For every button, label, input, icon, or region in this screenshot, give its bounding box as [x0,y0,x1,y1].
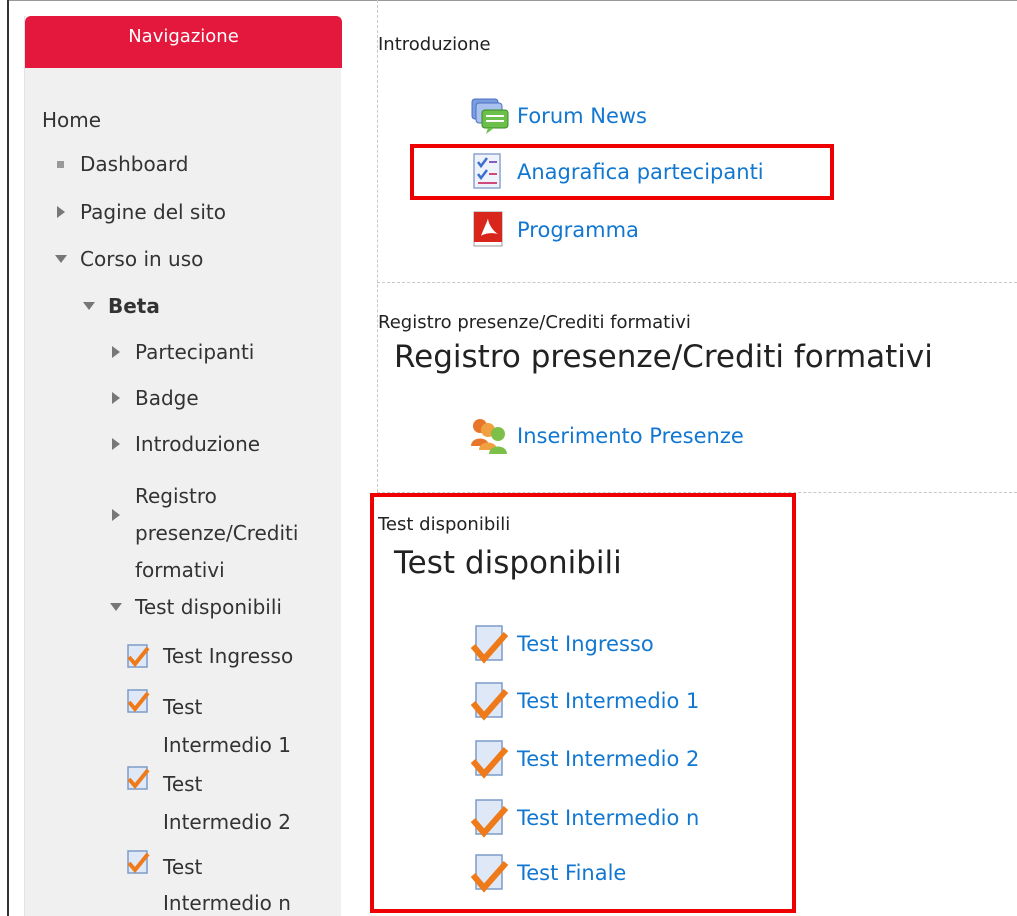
nav-badge-label: Badge [135,386,199,410]
activity-programma-link[interactable]: Programma [517,218,639,242]
nav-introduction-label: Introduzione [135,432,261,456]
nav-course-beta-label: Beta [108,294,160,318]
collapse-arrow-icon [54,246,70,272]
section-registro-title: Registro presenze/Crediti formativi [394,339,933,375]
nav-test-intermedio-2[interactable]: Test Intermedio 2 [127,765,291,841]
nav-introduction[interactable]: Introduzione [112,431,261,457]
nav-registro[interactable]: Registro presenze/Crediti formativi [112,478,299,589]
frame-top-line [7,0,1017,1]
nav-site-pages[interactable]: Pagine del sito [57,199,226,225]
nav-dashboard[interactable]: Dashboard [57,151,189,177]
section-intro-title: Introduzione [378,34,491,55]
nav-course-beta[interactable]: Beta [83,293,160,319]
nav-registro-line2: presenze/Crediti [135,521,299,545]
expand-arrow-icon [109,339,125,365]
navigation-header: Navigazione [25,16,342,68]
quiz-icon [125,765,151,791]
activity-inserimento-presenze-link[interactable]: Inserimento Presenze [517,424,744,448]
expand-arrow-icon [54,199,70,225]
collapse-arrow-icon [82,293,98,319]
quiz-icon [125,849,151,875]
expand-arrow-icon [109,502,125,528]
frame-left-line [7,0,9,916]
nav-dashboard-label: Dashboard [80,152,189,176]
nav-registro-line3: formativi [135,558,225,582]
forum-icon [470,96,512,136]
quiz-icon [125,643,151,669]
pdf-icon [470,210,512,250]
quiz-icon [125,688,151,714]
nav-test-ingresso-label: Test Ingresso [163,644,294,668]
nav-test-intermedio-2-line2: Intermedio 2 [163,810,291,834]
section-divider [377,282,1017,283]
section-divider-vertical [377,0,378,492]
nav-site-pages-label: Pagine del sito [80,200,226,224]
nav-registro-line1: Registro [135,484,217,508]
nav-home[interactable]: Home [42,107,101,133]
nav-test-intermedio-1-line2: Intermedio 1 [163,733,291,757]
nav-test-intermedio-n-line1: Test [163,855,203,879]
highlight-box-tests [370,493,796,913]
nav-tests-section-label: Test disponibili [135,595,282,619]
bullet-icon [54,151,70,177]
collapse-arrow-icon [109,594,125,620]
nav-test-intermedio-n[interactable]: Test Intermedio n [127,849,291,916]
nav-test-intermedio-1[interactable]: Test Intermedio 1 [127,688,291,764]
nav-badge[interactable]: Badge [112,385,199,411]
nav-test-intermedio-1-line1: Test [163,695,203,719]
expand-arrow-icon [109,431,125,457]
nav-current-course-label: Corso in uso [80,247,204,271]
expand-arrow-icon [109,385,125,411]
nav-test-intermedio-n-line2: Intermedio n [163,891,291,915]
nav-participants-label: Partecipanti [135,340,255,364]
nav-test-ingresso[interactable]: Test Ingresso [127,643,294,669]
nav-tests-section[interactable]: Test disponibili [110,594,282,620]
nav-current-course[interactable]: Corso in uso [55,246,204,272]
attendance-icon [470,416,512,456]
activity-forum-news-link[interactable]: Forum News [517,104,647,128]
highlight-box-anagrafica [410,144,834,200]
nav-test-intermedio-2-line1: Test [163,772,203,796]
nav-participants[interactable]: Partecipanti [112,339,255,365]
section-registro-small-title: Registro presenze/Crediti formativi [378,312,691,333]
